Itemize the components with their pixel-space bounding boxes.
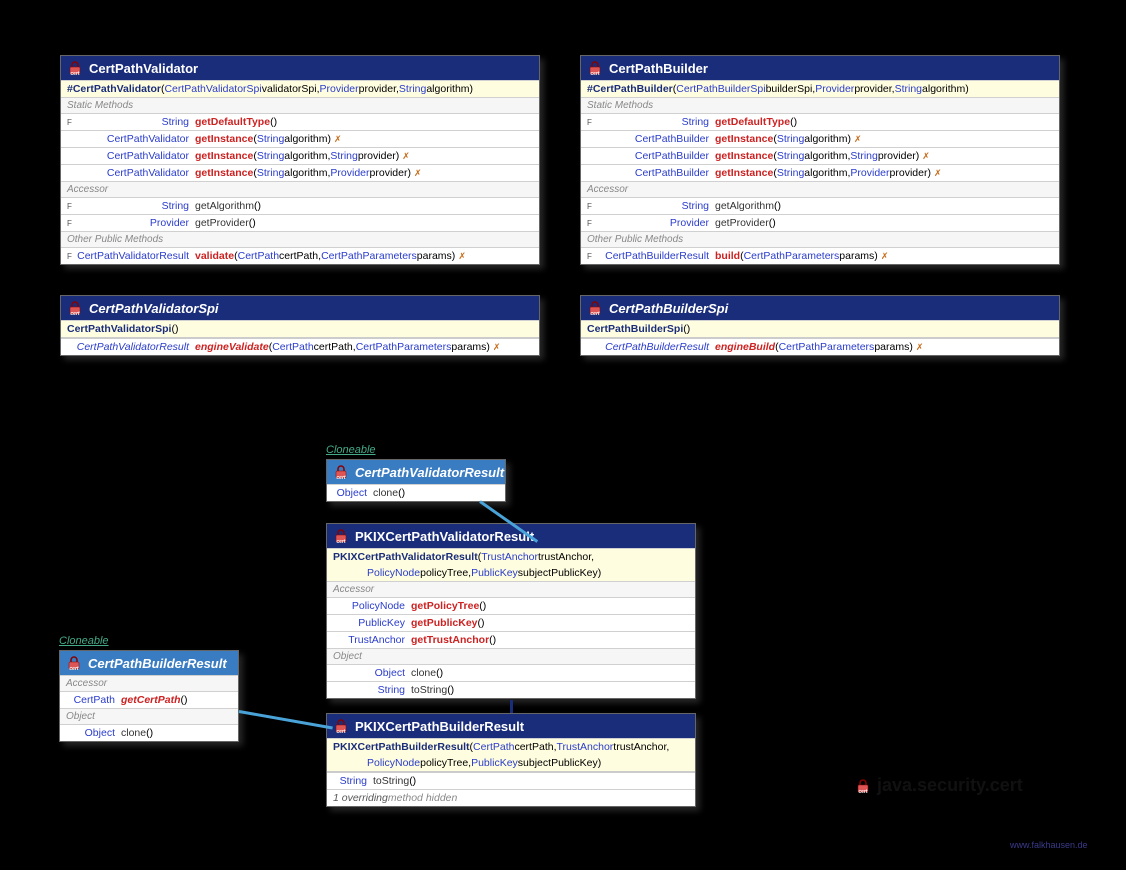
constructor-row-cont: PolicyNode policyTree, PublicKey subject…: [327, 755, 695, 771]
cert-lock-icon: [67, 60, 83, 76]
cert-lock-icon: [333, 464, 349, 480]
class-name: CertPathValidator: [89, 61, 198, 76]
connector: [510, 700, 513, 713]
method-row: StringtoString (): [327, 681, 695, 698]
class-certpathbuilderspi: CertPathBuilderSpi CertPathBuilderSpi ()…: [580, 295, 1060, 356]
method-row: StringtoString (): [327, 771, 695, 789]
section-object: Object: [327, 648, 695, 664]
connector: [239, 710, 333, 729]
section-static: Static Methods: [61, 97, 539, 113]
method-row: FStringgetDefaultType (): [61, 113, 539, 130]
constructor-row: CertPathValidatorSpi (): [61, 320, 539, 337]
interface-certpathbuilderresult: CertPathBuilderResult Accessor CertPathg…: [59, 650, 239, 742]
constructor-row: #CertPathBuilder (CertPathBuilderSpi bui…: [581, 80, 1059, 97]
cert-lock-icon: [587, 300, 603, 316]
stereotype-cloneable[interactable]: Cloneable: [59, 635, 109, 647]
class-name: PKIXCertPathBuilderResult: [355, 719, 524, 734]
class-pkixcertpathvalidatorresult: PKIXCertPathValidatorResult PKIXCertPath…: [326, 523, 696, 699]
method-row: CertPathBuilderResultengineBuild (CertPa…: [581, 337, 1059, 355]
cert-lock-icon: [333, 718, 349, 734]
constructor-row: PKIXCertPathBuilderResult (CertPath cert…: [327, 738, 695, 755]
class-name: CertPathBuilderResult: [88, 656, 227, 671]
class-header: CertPathValidatorSpi: [61, 296, 539, 320]
class-name: CertPathBuilderSpi: [609, 301, 728, 316]
method-row: TrustAnchorgetTrustAnchor (): [327, 631, 695, 648]
class-header: PKIXCertPathValidatorResult: [327, 524, 695, 548]
stereotype-cloneable[interactable]: Cloneable: [326, 444, 376, 456]
cert-lock-icon: [855, 778, 871, 794]
section-static: Static Methods: [581, 97, 1059, 113]
cert-lock-icon: [66, 655, 82, 671]
class-certpathvalidatorspi: CertPathValidatorSpi CertPathValidatorSp…: [60, 295, 540, 356]
class-header: CertPathValidator: [61, 56, 539, 80]
method-row: FStringgetAlgorithm (): [61, 197, 539, 214]
method-row: PublicKeygetPublicKey (): [327, 614, 695, 631]
class-certpathbuilder: CertPathBuilder #CertPathBuilder (CertPa…: [580, 55, 1060, 265]
method-row: FProvidergetProvider (): [61, 214, 539, 231]
class-header: PKIXCertPathBuilderResult: [327, 714, 695, 738]
method-row: Objectclone (): [60, 724, 238, 741]
constructor-row-cont: PolicyNode policyTree, PublicKey subject…: [327, 565, 695, 581]
section-other: Other Public Methods: [61, 231, 539, 247]
method-row: PolicyNodegetPolicyTree (): [327, 597, 695, 614]
constructor-row: PKIXCertPathValidatorResult (TrustAnchor…: [327, 548, 695, 565]
class-header: CertPathBuilderResult: [60, 651, 238, 675]
cert-lock-icon: [67, 300, 83, 316]
section-object: Object: [60, 708, 238, 724]
method-row: CertPathBuildergetInstance (String algor…: [581, 147, 1059, 164]
method-row: FCertPathValidatorResultvalidate (CertPa…: [61, 247, 539, 264]
class-header: CertPathBuilderSpi: [581, 296, 1059, 320]
cert-lock-icon: [333, 528, 349, 544]
method-row: FStringgetDefaultType (): [581, 113, 1059, 130]
method-row: CertPathBuildergetInstance (String algor…: [581, 130, 1059, 147]
section-accessor: Accessor: [60, 675, 238, 691]
section-other: Other Public Methods: [581, 231, 1059, 247]
cert-lock-icon: [587, 60, 603, 76]
method-row: Objectclone (): [327, 484, 505, 501]
method-row: CertPathValidatorResultengineValidate (C…: [61, 337, 539, 355]
method-row: FStringgetAlgorithm (): [581, 197, 1059, 214]
class-name: CertPathValidatorSpi: [89, 301, 219, 316]
class-name: PKIXCertPathValidatorResult: [355, 529, 534, 544]
footer-link[interactable]: www.falkhausen.de: [1010, 840, 1088, 850]
constructor-row: CertPathBuilderSpi (): [581, 320, 1059, 337]
method-row: CertPathBuildergetInstance (String algor…: [581, 164, 1059, 181]
package-label: java.security.cert: [855, 775, 1023, 796]
section-accessor: Accessor: [581, 181, 1059, 197]
method-row: CertPathValidatorgetInstance (String alg…: [61, 147, 539, 164]
class-header: CertPathValidatorResult: [327, 460, 505, 484]
class-pkixcertpathbuilderresult: PKIXCertPathBuilderResult PKIXCertPathBu…: [326, 713, 696, 807]
section-accessor: Accessor: [61, 181, 539, 197]
section-accessor: Accessor: [327, 581, 695, 597]
constructor-row: #CertPathValidator (CertPathValidatorSpi…: [61, 80, 539, 97]
method-row: CertPathValidatorgetInstance (String alg…: [61, 164, 539, 181]
method-row: CertPathgetCertPath (): [60, 691, 238, 708]
note-row: 1 overriding method hidden: [327, 789, 695, 806]
class-name: CertPathBuilder: [609, 61, 708, 76]
method-row: CertPathValidatorgetInstance (String alg…: [61, 130, 539, 147]
class-name: CertPathValidatorResult: [355, 465, 504, 480]
interface-certpathvalidatorresult: CertPathValidatorResult Objectclone (): [326, 459, 506, 502]
method-row: FProvidergetProvider (): [581, 214, 1059, 231]
class-certpathvalidator: CertPathValidator #CertPathValidator (Ce…: [60, 55, 540, 265]
method-row: FCertPathBuilderResultbuild (CertPathPar…: [581, 247, 1059, 264]
class-header: CertPathBuilder: [581, 56, 1059, 80]
method-row: Objectclone (): [327, 664, 695, 681]
